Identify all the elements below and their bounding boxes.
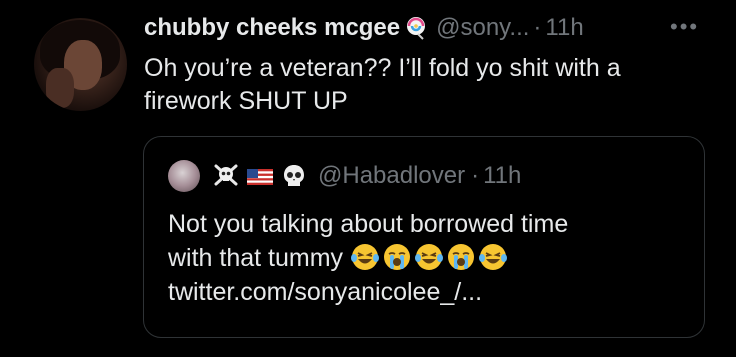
quoted-text-line-2-text: with that tummy (168, 244, 344, 272)
quoted-handle[interactable]: @Habadlover (318, 162, 465, 190)
skull-crossbones-icon (214, 164, 238, 186)
more-options-icon[interactable]: ••• (670, 14, 699, 40)
quoted-tweet-header: @Habadlover · 11h (168, 159, 521, 193)
crying-icon (448, 244, 475, 270)
quoted-text-line-1: Not you talking about borrowed time (168, 210, 569, 238)
tweet-text: Oh you’re a veteran?? I’ll fold yo shit … (144, 54, 621, 115)
author-name[interactable]: chubby cheeks mcgee (144, 14, 400, 42)
tweet-header: chubby cheeks mcgee @sony... · 11h (144, 12, 584, 44)
laughing-tears-icon (351, 244, 380, 270)
quoted-tweet-text: Not you talking about borrowed time with… (168, 207, 688, 309)
avatar[interactable] (34, 18, 127, 111)
quoted-time[interactable]: 11h (483, 162, 521, 190)
quoted-text-line-2: with that tummy (168, 241, 688, 275)
author-handle[interactable]: @sony... (436, 14, 529, 42)
tweet-time[interactable]: 11h (545, 14, 583, 42)
skull-icon (284, 165, 304, 186)
laughing-tears-icon (479, 244, 508, 270)
avatar-hand (46, 68, 74, 108)
crying-icon (384, 244, 411, 270)
lollipop-icon (407, 17, 426, 40)
quoted-tweet[interactable]: @Habadlover · 11h Not you talking about … (143, 136, 705, 338)
quoted-avatar[interactable] (168, 160, 200, 192)
meta-separator: · (533, 14, 542, 41)
quoted-link[interactable]: twitter.com/sonyanicolee_/... (168, 275, 688, 309)
us-flag-icon (247, 169, 273, 185)
laughing-tears-icon (415, 244, 444, 270)
quoted-meta-separator: · (471, 162, 480, 189)
